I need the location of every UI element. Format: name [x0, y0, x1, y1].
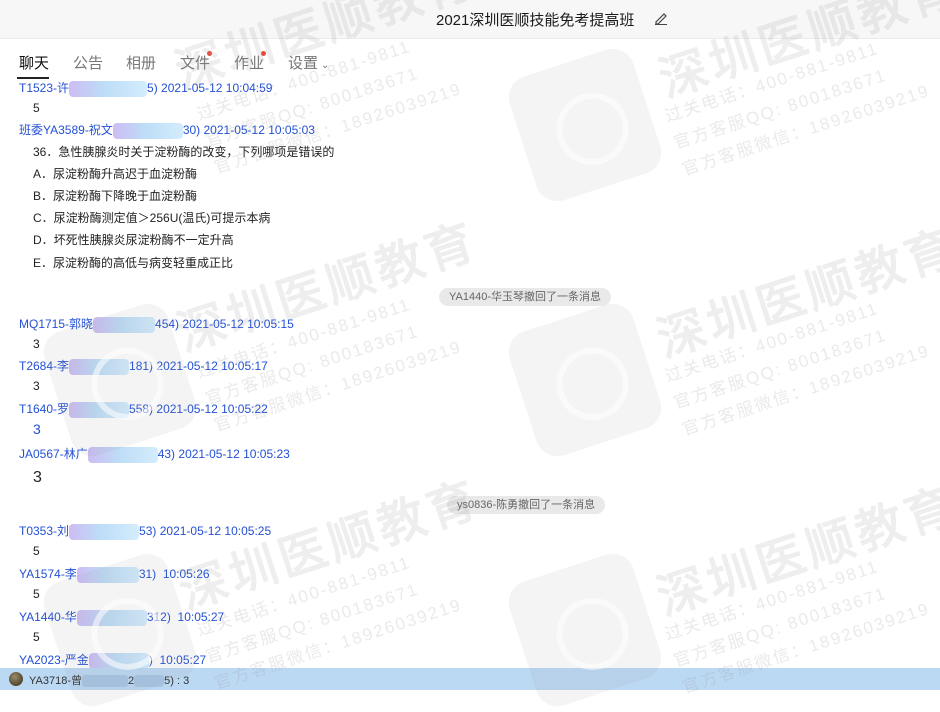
unread-message-bar[interactable]: YA3718-曾 2 5) : 3 [0, 668, 940, 690]
message-text: 5 [33, 544, 40, 558]
recall-notice: ys0836-陈勇撤回了一条消息 [447, 496, 606, 514]
message-sender[interactable]: T1523-许 5) 2021-05-12 10:04:59 [19, 80, 272, 97]
message-text: 5 [33, 587, 40, 601]
homework-badge [261, 51, 266, 56]
message-text: 36．急性胰腺炎时关于淀粉酶的改变，下列哪项是错误的 [33, 145, 335, 159]
settings-label: 设置 [288, 55, 319, 72]
message-text: 3 [33, 469, 42, 486]
tab-album[interactable]: 相册 [126, 52, 156, 73]
message-sender[interactable]: T1640-罗 558) 2021-05-12 10:05:22 [19, 400, 268, 418]
message-sender[interactable]: YA1574-李 31) 10:05:26 [19, 565, 210, 583]
active-tab-underline [17, 77, 49, 79]
latest-message-preview: YA3718-曾 2 5) : 3 [29, 675, 190, 688]
message-text: 3 [33, 379, 40, 393]
chevron-down-icon: ⌄ [321, 60, 330, 71]
files-badge [207, 51, 212, 56]
title-bar: 2021深圳医顺技能免考提高班 [0, 0, 940, 39]
message-text: 3 [33, 337, 40, 351]
tab-bar: 聊天 公告 相册 文件 作业 设置 ⌄ [0, 50, 940, 80]
message-text: C．尿淀粉酶测定值＞256U(温氏)可提示本病 [33, 211, 271, 225]
message-sender[interactable]: T2684-李 181) 2021-05-12 10:05:17 [19, 357, 268, 375]
message-sender[interactable]: T0353-刘 53) 2021-05-12 10:05:25 [19, 522, 271, 540]
message-sender[interactable]: 班委YA3589-祝文 30) 2021-05-12 10:05:03 [19, 121, 315, 139]
tab-announcement[interactable]: 公告 [73, 52, 103, 73]
message-text: D．坏死性胰腺炎尿淀粉酶不一定升高 [33, 233, 234, 247]
message-sender[interactable]: YA2023-严金) 10:05:27 [19, 651, 206, 668]
message-sender[interactable]: MQ1715-郭晓 454) 2021-05-12 10:05:15 [19, 315, 294, 333]
message-text: 5 [33, 101, 40, 115]
message-sender[interactable]: YA1440-华 312) 10:05:27 [19, 608, 224, 626]
message-sender[interactable]: JA0567-林广 43) 2021-05-12 10:05:23 [19, 445, 290, 463]
chat-message-list[interactable]: T1523-许 5) 2021-05-12 10:04:59 5 班委YA3589… [0, 80, 940, 668]
message-text: B．尿淀粉酶下降晚于血淀粉酶 [33, 189, 198, 203]
message-text: E．尿淀粉酶的高低与病变轻重成正比 [33, 256, 234, 270]
message-text: 5 [33, 630, 40, 644]
message-text: 3 [33, 421, 41, 437]
edit-icon[interactable] [654, 11, 668, 25]
tab-chat[interactable]: 聊天 [19, 52, 49, 73]
message-text: A．尿淀粉酶升高迟于血淀粉酶 [33, 167, 198, 181]
recall-notice: YA1440-华玉琴撤回了一条消息 [439, 288, 611, 306]
tab-settings[interactable]: 设置 ⌄ [288, 52, 329, 73]
tab-files[interactable]: 文件 [180, 52, 210, 73]
tab-homework[interactable]: 作业 [234, 52, 264, 73]
group-title: 2021深圳医顺技能免考提高班 [436, 12, 635, 29]
avatar [9, 672, 23, 686]
